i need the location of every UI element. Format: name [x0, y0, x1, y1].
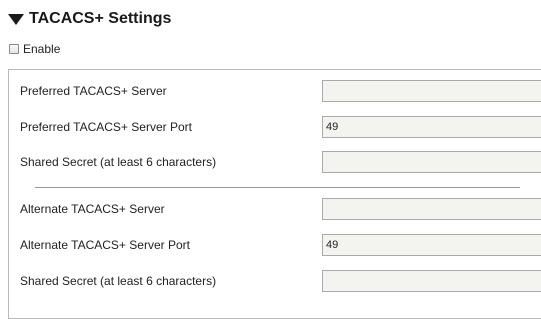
alternate-server-input[interactable]: [322, 198, 541, 220]
preferred-server-row: Preferred TACACS+ Server: [20, 80, 541, 102]
preferred-secret-label: Shared Secret (at least 6 characters): [20, 155, 217, 169]
alternate-port-row: Alternate TACACS+ Server Port: [20, 234, 541, 256]
preferred-port-label: Preferred TACACS+ Server Port: [20, 120, 192, 134]
section-title: TACACS+ Settings: [29, 10, 172, 27]
enable-row[interactable]: Enable: [9, 42, 60, 56]
preferred-secret-row: Shared Secret (at least 6 characters): [20, 151, 541, 173]
alternate-secret-label: Shared Secret (at least 6 characters): [20, 274, 217, 288]
section-header[interactable]: TACACS+ Settings: [8, 9, 171, 29]
preferred-port-row: Preferred TACACS+ Server Port: [20, 116, 541, 138]
preferred-secret-input[interactable]: [322, 151, 541, 173]
alternate-secret-input[interactable]: [322, 270, 541, 292]
alternate-server-label: Alternate TACACS+ Server: [20, 202, 165, 216]
preferred-port-input[interactable]: [322, 116, 541, 138]
alternate-port-input[interactable]: [322, 234, 541, 256]
triangle-down-icon[interactable]: [8, 14, 24, 25]
enable-label: Enable: [23, 42, 61, 56]
alternate-port-label: Alternate TACACS+ Server Port: [20, 238, 190, 252]
divider: [35, 187, 520, 188]
alternate-secret-row: Shared Secret (at least 6 characters): [20, 270, 541, 292]
preferred-server-label: Preferred TACACS+ Server: [20, 84, 167, 98]
preferred-server-input[interactable]: [322, 80, 541, 102]
enable-checkbox[interactable]: [9, 44, 19, 54]
alternate-server-row: Alternate TACACS+ Server: [20, 198, 541, 220]
